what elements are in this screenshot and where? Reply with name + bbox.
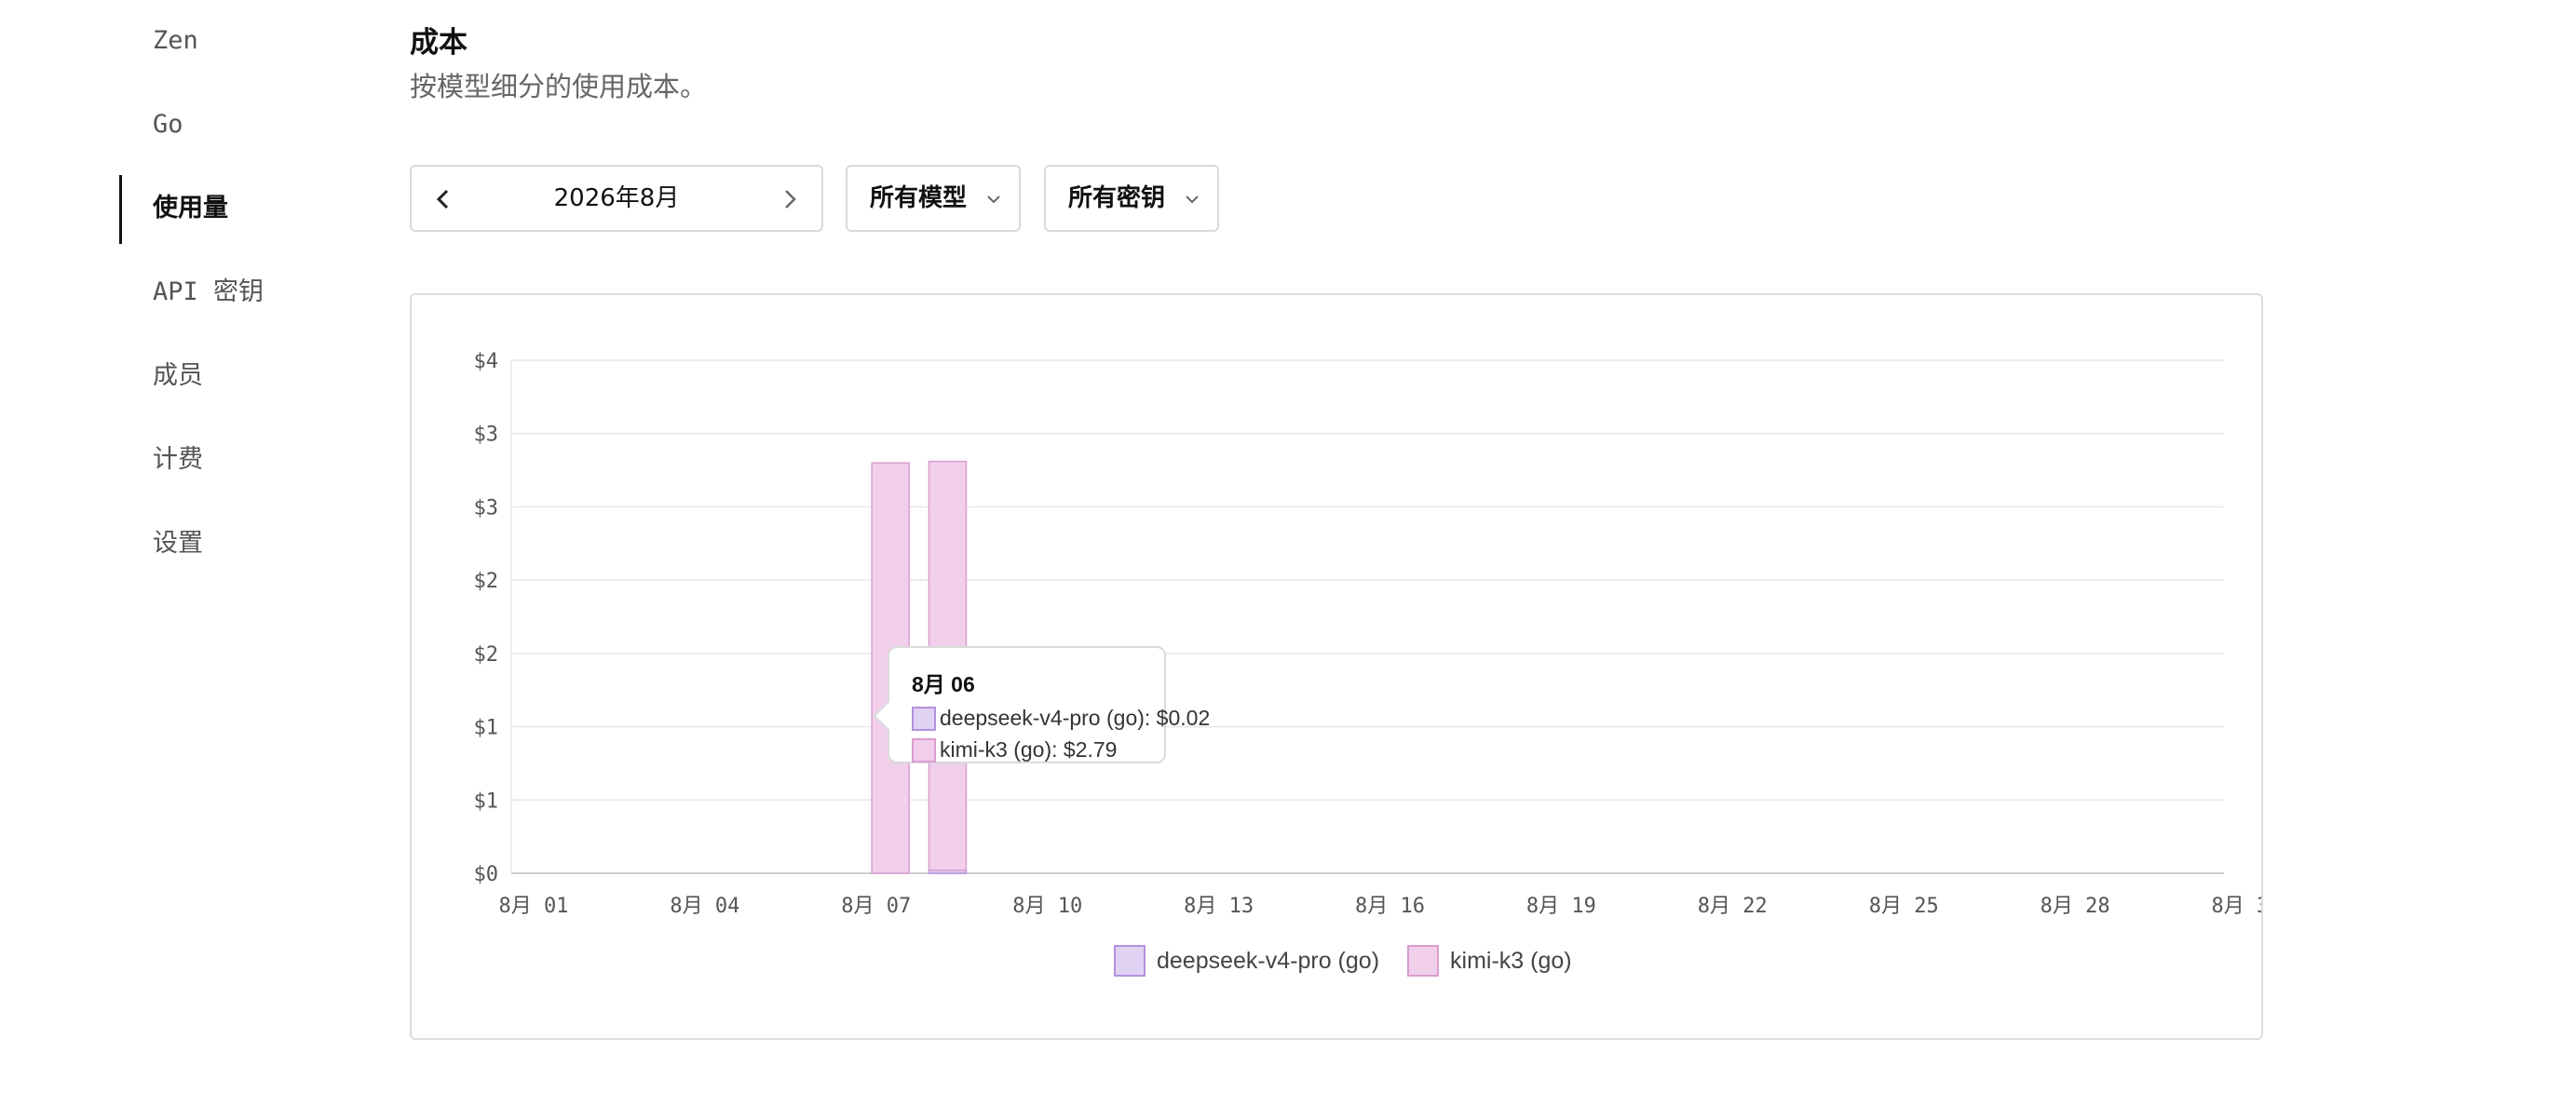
chevron-down-icon [987, 195, 1000, 203]
x-tick-label: 8月 31 [2212, 895, 2261, 918]
page-title: 成本 [410, 26, 468, 60]
x-tick-label: 8月 25 [1869, 895, 1939, 918]
legend-label: kimi-k3 (go) [1450, 947, 1572, 974]
legend-label: deepseek-v4-pro (go) [1157, 947, 1380, 974]
model-filter-dropdown[interactable]: 所有模型 [846, 165, 1021, 232]
tooltip-title: 8月 06 [912, 672, 975, 696]
y-tick-label: $2 [474, 570, 499, 593]
x-tick-label: 8月 19 [1526, 895, 1596, 918]
sidebar-item-zen[interactable]: Zen [153, 13, 198, 69]
sidebar-item-settings[interactable]: 设置 [153, 516, 203, 572]
sidebar-item-usage[interactable]: 使用量 [153, 181, 228, 236]
tooltip-row: kimi-k3 (go): $2.79 [912, 737, 1117, 762]
legend-item-deepseek[interactable]: deepseek-v4-pro (go) [1114, 945, 1379, 977]
chart-legend: deepseek-v4-pro (go) kimi-k3 (go) [1114, 945, 1600, 977]
tooltip-row: deepseek-v4-pro (go): $0.02 [912, 706, 1210, 731]
sidebar-item-api-keys[interactable]: API 密钥 [153, 264, 264, 320]
chevron-right-icon [785, 189, 796, 209]
x-tick-label: 8月 10 [1012, 895, 1082, 918]
chevron-down-icon [1186, 195, 1199, 203]
y-tick-label: $2 [474, 643, 499, 667]
legend-item-kimi[interactable]: kimi-k3 (go) [1407, 945, 1572, 977]
x-tick-label: 8月 22 [1698, 895, 1768, 918]
sidebar-item-members[interactable]: 成员 [153, 348, 203, 404]
key-filter-dropdown[interactable]: 所有密钥 [1044, 165, 1219, 232]
sidebar-item-billing[interactable]: 计费 [153, 432, 203, 488]
x-tick-label: 8月 04 [670, 895, 739, 918]
next-month-button[interactable] [762, 167, 818, 230]
active-nav-indicator [119, 175, 122, 244]
key-filter-label: 所有密钥 [1068, 184, 1166, 212]
y-tick-label: $4 [474, 350, 499, 373]
legend-swatch [1114, 945, 1146, 977]
chevron-left-icon [436, 189, 449, 209]
cost-chart-card: $0 $1 $1 $2 $2 $3 $3 $4 8月 01 8月 04 8月 07 8月 10 8月 1… [410, 293, 2263, 1040]
tooltip-text: kimi-k3 (go): $2.79 [940, 737, 1118, 762]
x-tick-label: 8月 13 [1184, 895, 1254, 918]
page-subtitle: 按模型细分的使用成本。 [410, 71, 708, 102]
x-tick-label: 8月 07 [841, 895, 911, 918]
tooltip-swatch [912, 706, 936, 731]
month-picker: 2026年8月 [410, 165, 823, 232]
y-tick-label: $3 [474, 496, 499, 520]
x-tick-label: 8月 16 [1355, 895, 1425, 918]
sidebar: Zen Go 使用量 API 密钥 成员 计费 设置 [0, 0, 391, 1093]
month-label: 2026年8月 [553, 184, 680, 212]
y-tick-label: $1 [474, 717, 499, 740]
tooltip-swatch [912, 737, 936, 762]
model-filter-label: 所有模型 [870, 184, 968, 212]
x-tick-label: 8月 28 [2040, 895, 2110, 918]
sidebar-item-go[interactable]: Go [153, 97, 183, 153]
legend-swatch [1407, 945, 1440, 977]
prev-month-button[interactable] [415, 167, 471, 230]
y-tick-label: $0 [474, 863, 499, 886]
cost-chart: $0 $1 $1 $2 $2 $3 $3 $4 8月 01 8月 04 8月 07 8月 10 8月 1… [474, 350, 2262, 918]
y-tick-label: $3 [474, 424, 499, 447]
x-tick-label: 8月 01 [499, 895, 569, 918]
chart-tooltip: 8月 06 deepseek-v4-pro (go): $0.02 kimi-k… [873, 646, 1210, 763]
tooltip-text: deepseek-v4-pro (go): $0.02 [940, 706, 1211, 730]
y-tick-label: $1 [474, 789, 499, 813]
